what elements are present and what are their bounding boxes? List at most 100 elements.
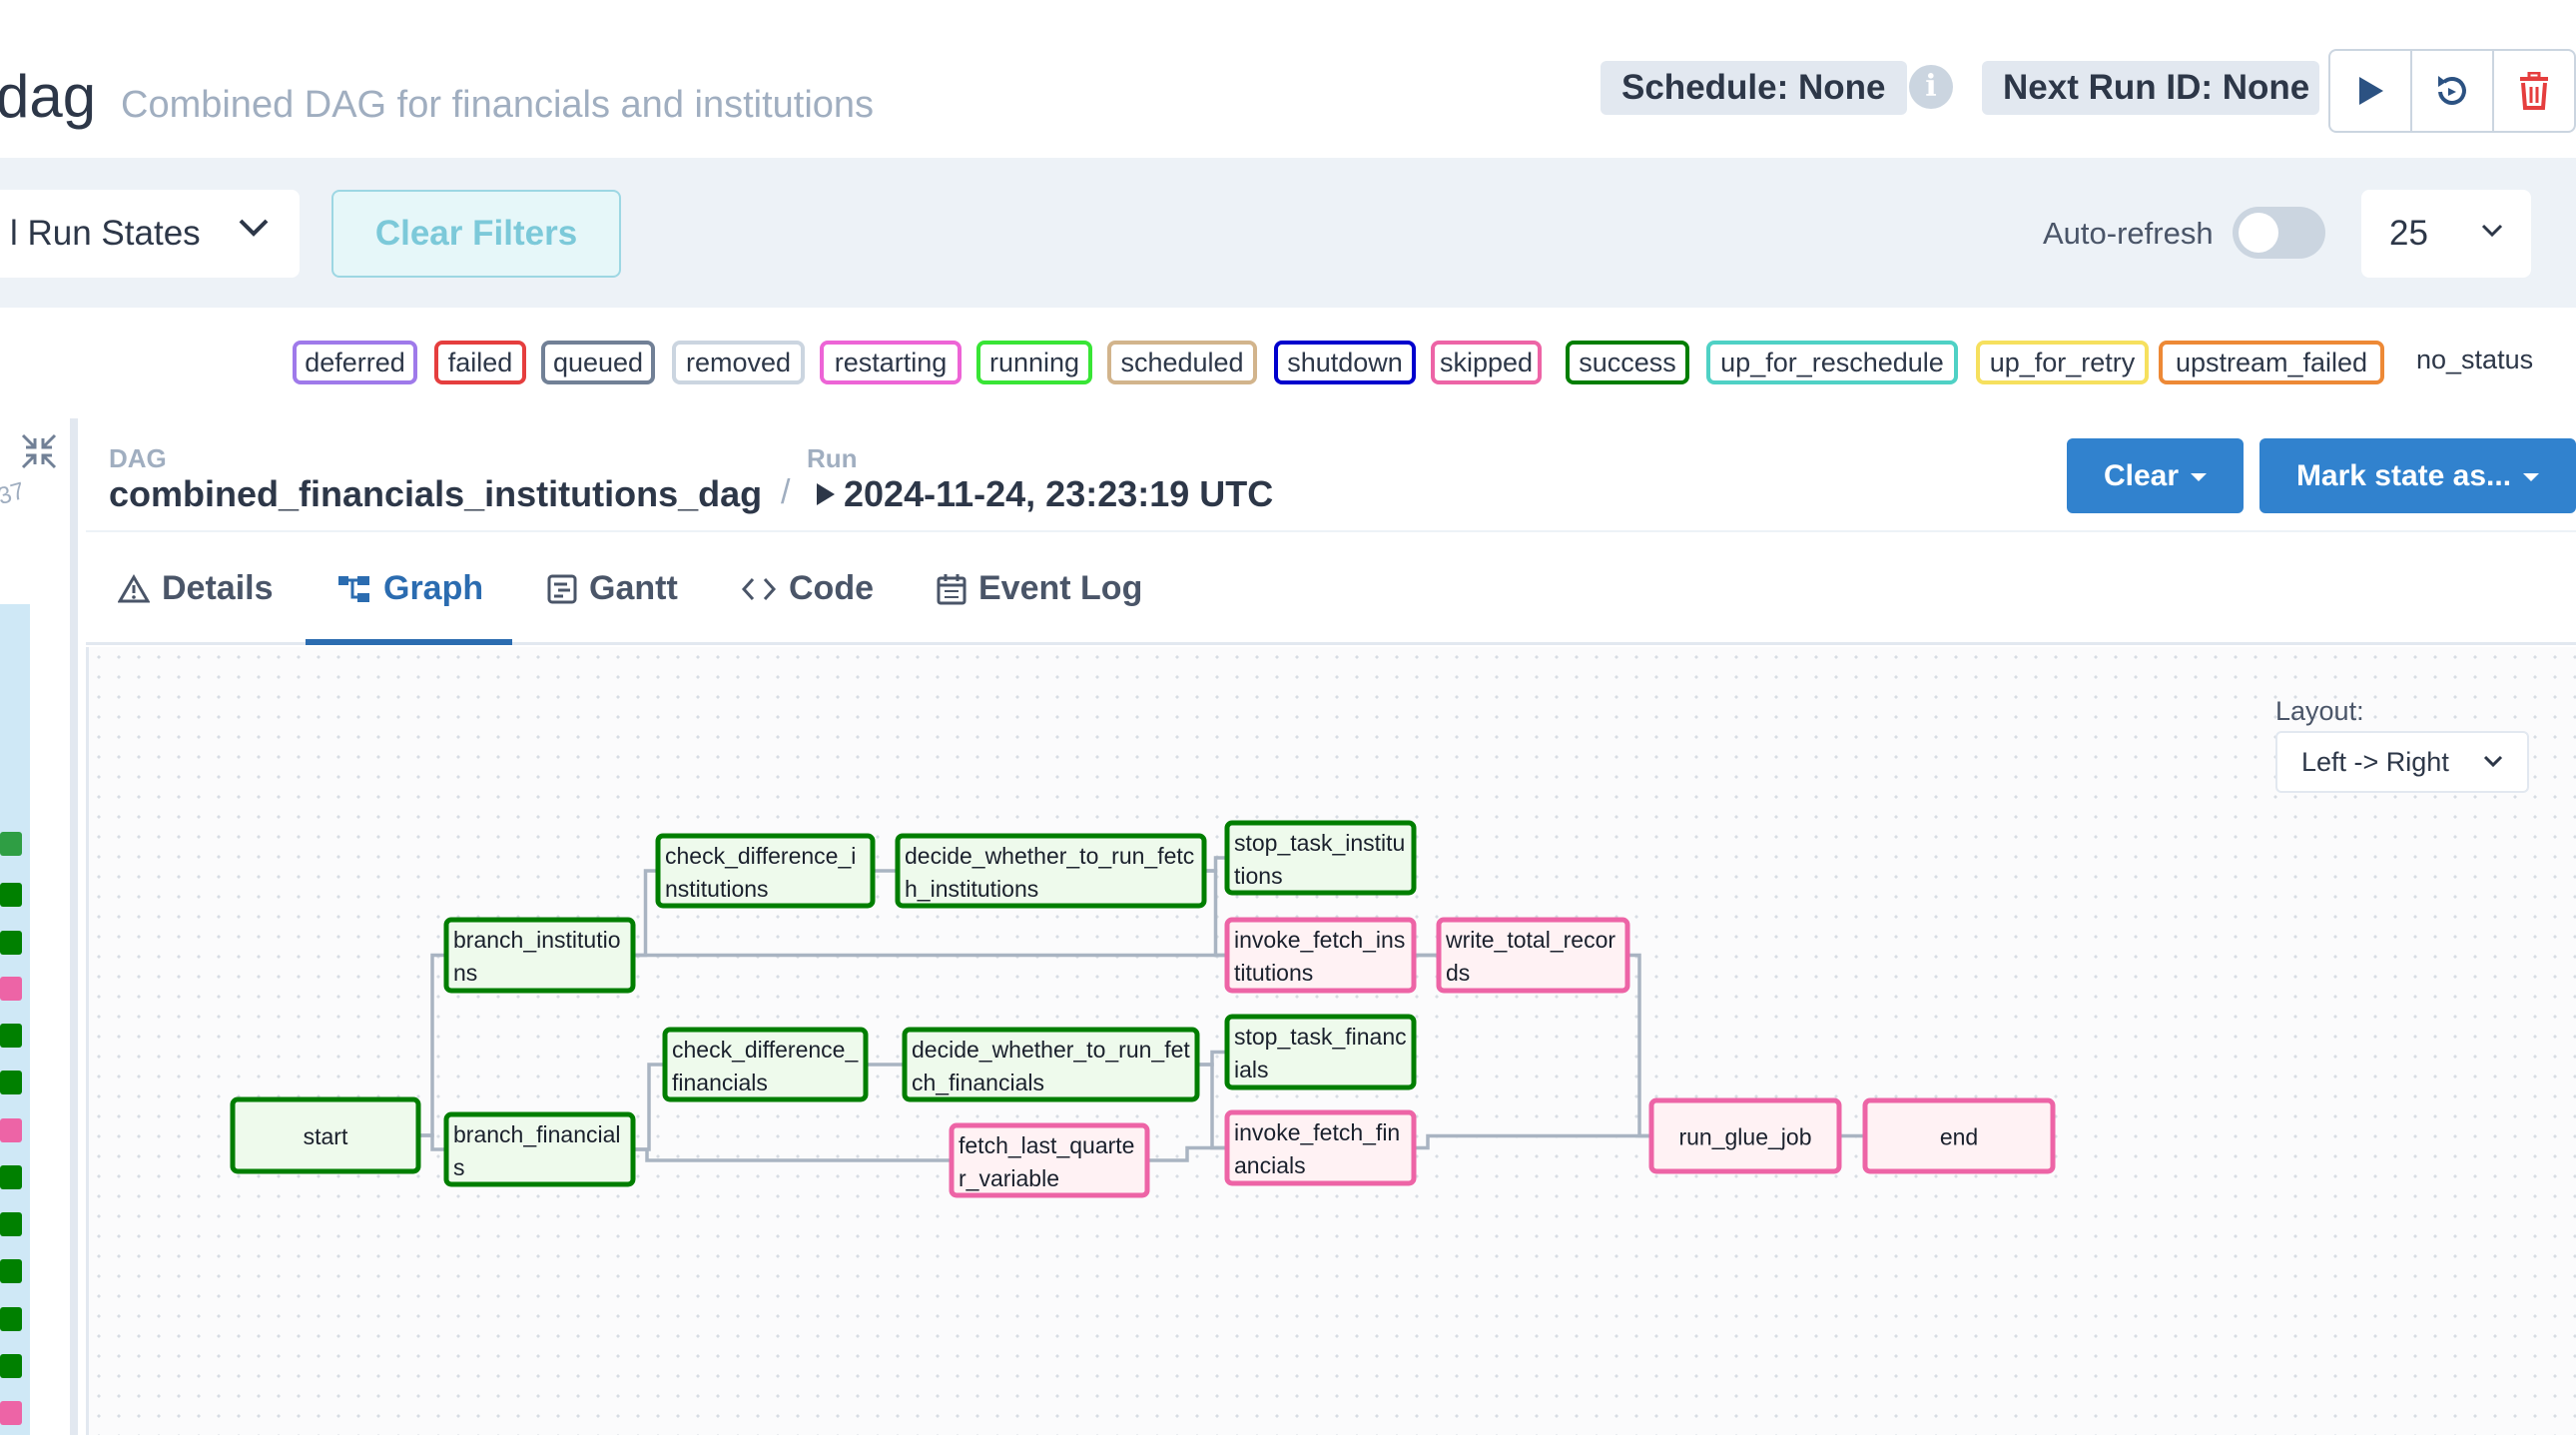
graph-icon [338,575,369,602]
tab-label: Gantt [589,569,678,607]
tab-label: Event Log [978,569,1143,607]
legend-up-for-retry[interactable]: up_for_retry [1976,341,2149,384]
grid-task-cell[interactable] [0,1401,22,1425]
header-divider [86,530,2576,532]
active-tab-indicator [306,639,512,645]
legend-no-status[interactable]: no_status [2416,345,2533,375]
grid-task-cell[interactable] [0,1307,22,1331]
run-date-link[interactable]: 2024-11-24, 23:23:19 UTC [844,473,1273,515]
dag-graph[interactable]: start branch_institutions branch_financial… [89,647,2576,1435]
delete-dag-button[interactable] [2494,51,2574,131]
tab-gantt[interactable]: Gantt [547,569,678,608]
page-size-select[interactable]: 25 [2361,190,2531,278]
legend-shutdown[interactable]: shutdown [1274,341,1416,384]
chevron-down-icon [2483,755,2503,767]
dag-description: Combined DAG for financials and institut… [121,84,875,126]
legend-skipped[interactable]: skipped [1431,341,1542,384]
dag-id-link[interactable]: combined_financials_institutions_dag [109,473,762,515]
run-states-select[interactable]: l Run States [0,190,300,278]
task-node-run-glue-job[interactable]: run_glue_job [1648,1097,1842,1174]
task-label: check_difference_ [672,1037,859,1063]
task-node-stop-task-financials[interactable]: stop_task_financials [1224,1014,1417,1090]
task-label: nstitutions [665,876,769,902]
grid-task-cell[interactable] [0,1165,22,1189]
task-node-invoke-fetch-institutions[interactable]: invoke_fetch_ins titutions [1224,917,1417,994]
info-icon[interactable]: i [1909,65,1953,109]
caret-down-icon [2523,473,2540,482]
grid-task-cell[interactable] [0,832,22,856]
task-node-write-total-records[interactable]: write_total_records [1436,917,1630,994]
legend-up-for-reschedule[interactable]: up_for_reschedule [1706,341,1958,384]
code-icon [741,577,777,600]
task-node-check-difference-institutions[interactable]: check_difference_i nstitutions [655,833,876,909]
graph-canvas[interactable]: start branch_institutio ns branch_financial… [86,647,2576,1435]
grid-task-cell[interactable] [0,1212,22,1236]
warning-icon [118,573,150,602]
task-node-decide-whether-to-run-fetch-institutions[interactable]: decide_whether_to_run_fetc h_institutions [895,833,1207,909]
grid-task-cell[interactable] [0,883,22,907]
graph-edge [633,869,658,958]
task-node-start[interactable]: start [230,1096,421,1174]
task-label: r_variable [959,1165,1059,1191]
legend-running[interactable]: running [976,341,1092,384]
legend-upstream-failed[interactable]: upstream_failed [2159,341,2384,384]
task-node-branch-institutions[interactable]: branch_institutions [443,917,636,994]
task-label: ials [1234,1057,1269,1082]
task-label: ch_financials [912,1070,1044,1095]
clear-run-button[interactable]: Clear [2067,438,2244,513]
run-label: Run [807,443,858,473]
legend-restarting[interactable]: restarting [820,341,962,384]
grid-task-cell[interactable] [0,1024,22,1048]
task-label: invoke_fetch_fin [1234,1119,1400,1145]
clear-filters-button[interactable]: Clear Filters [331,190,621,278]
grid-task-cell[interactable] [0,1118,22,1142]
dag-title: dag [0,63,97,130]
panel-divider[interactable] [70,418,78,1435]
task-label: h_institutions [905,876,1038,902]
legend-removed[interactable]: removed [672,341,805,384]
clear-run-label: Clear [2103,459,2180,492]
grid-task-cell[interactable] [0,1259,22,1283]
grid-task-cell[interactable] [0,1071,22,1094]
task-label: end [1940,1124,1978,1150]
task-label: tions [1234,863,1283,889]
mark-state-button[interactable]: Mark state as... [2259,438,2576,513]
run-states-value: l Run States [10,214,201,253]
grid-task-cell[interactable] [0,977,22,1001]
task-node-fetch-last-quarter-variable[interactable]: fetch_last_quarte r_variable [949,1122,1150,1198]
collapse-icon[interactable] [20,432,58,470]
reparse-icon [2438,76,2466,105]
reparse-dag-button[interactable] [2412,51,2494,131]
task-label: stop_task_financ [1234,1024,1407,1050]
dag-actions [2328,49,2576,133]
grid-task-cell[interactable] [0,1354,22,1378]
auto-refresh-toggle[interactable] [2233,207,2325,259]
legend-scheduled[interactable]: scheduled [1107,341,1257,384]
tab-code[interactable]: Code [741,569,874,608]
trigger-dag-button[interactable] [2330,51,2412,131]
task-label: run_glue_job [1678,1124,1811,1150]
caret-down-icon [2191,473,2208,482]
task-node-branch-financials[interactable]: branch_financials [443,1111,636,1187]
task-label: write_total_recor [1445,927,1615,953]
legend-success[interactable]: success [1566,341,1689,384]
grid-label-fragment: 37 [0,477,28,511]
task-label: decide_whether_to_run_fet [912,1037,1190,1063]
graph-edge [633,1147,952,1162]
legend-failed[interactable]: failed [434,341,526,384]
tab-graph[interactable]: Graph [337,569,483,608]
task-node-stop-task-institutions[interactable]: stop_task_institutions [1224,820,1417,896]
grid-task-cell[interactable] [0,931,22,955]
legend-queued[interactable]: queued [541,341,655,384]
task-label: decide_whether_to_run_fetc [905,843,1194,869]
breadcrumb-separator: / [781,473,791,511]
tab-details[interactable]: Details [118,569,274,608]
task-node-invoke-fetch-financials[interactable]: invoke_fetch_financials [1224,1109,1417,1186]
tab-event-log[interactable]: Event Log [937,569,1142,608]
legend-deferred[interactable]: deferred [293,341,417,384]
task-node-end[interactable]: end [1862,1097,2056,1174]
task-node-check-difference-financials[interactable]: check_difference_ financials [662,1027,869,1102]
task-node-decide-whether-to-run-fetch-financials[interactable]: decide_whether_to_run_fet ch_financials [902,1027,1200,1102]
layout-select[interactable]: Left -> Right [2275,731,2529,793]
graph-edge [1197,1050,1227,1067]
